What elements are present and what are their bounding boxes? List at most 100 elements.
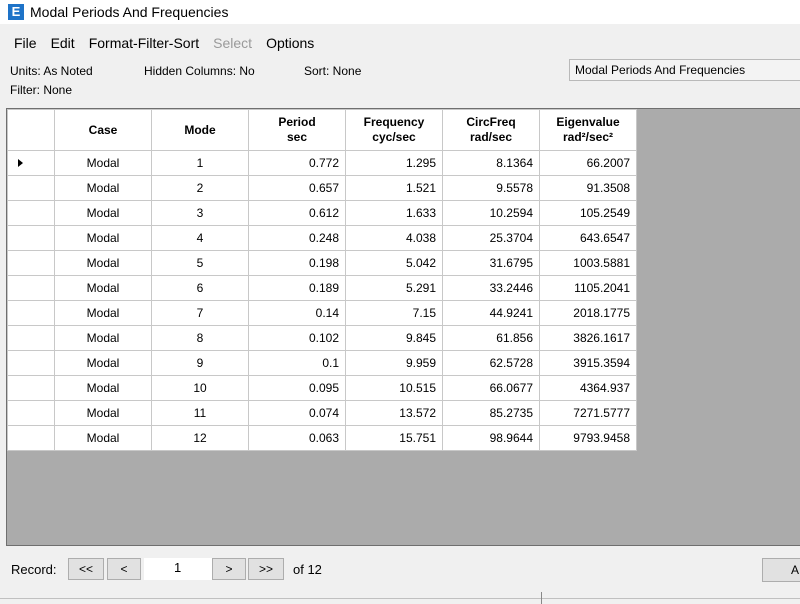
table-cell[interactable]: 0.14 (248, 300, 346, 326)
row-selector[interactable] (7, 225, 55, 251)
last-record-button[interactable]: >> (248, 558, 284, 580)
row-selector[interactable] (7, 150, 55, 176)
table-cell[interactable]: Modal (54, 200, 152, 226)
table-cell[interactable]: 0.095 (248, 375, 346, 401)
table-cell[interactable]: 6 (151, 275, 249, 301)
row-selector[interactable] (7, 400, 55, 426)
table-row[interactable]: Modal 7 0.14 7.15 44.9241 2018.1775 (7, 300, 637, 326)
table-cell[interactable]: 0.248 (248, 225, 346, 251)
table-cell[interactable]: Modal (54, 250, 152, 276)
menu-edit[interactable]: Edit (44, 35, 82, 51)
column-header-period[interactable]: Period sec (248, 109, 346, 151)
menu-format-filter-sort[interactable]: Format-Filter-Sort (82, 35, 206, 51)
column-header-circfreq[interactable]: CircFreq rad/sec (442, 109, 540, 151)
previous-record-button[interactable]: < (107, 558, 141, 580)
table-cell[interactable]: 25.3704 (442, 225, 540, 251)
table-cell[interactable]: 4 (151, 225, 249, 251)
table-cell[interactable]: 66.0677 (442, 375, 540, 401)
table-cell[interactable]: 4364.937 (539, 375, 637, 401)
table-select-dropdown[interactable]: Modal Periods And Frequencies (569, 59, 800, 81)
table-cell[interactable]: 3 (151, 200, 249, 226)
table-row[interactable]: Modal 10 0.095 10.515 66.0677 4364.937 (7, 375, 637, 401)
table-cell[interactable]: 9.5578 (442, 175, 540, 201)
table-cell[interactable]: Modal (54, 150, 152, 176)
menu-options[interactable]: Options (259, 35, 321, 51)
table-cell[interactable]: 0.063 (248, 425, 346, 451)
table-cell[interactable]: 4.038 (345, 225, 443, 251)
table-cell[interactable]: Modal (54, 350, 152, 376)
row-selector[interactable] (7, 250, 55, 276)
table-cell[interactable]: 12 (151, 425, 249, 451)
column-header-eigenvalue[interactable]: Eigenvalue rad²/sec² (539, 109, 637, 151)
table-cell[interactable]: 98.9644 (442, 425, 540, 451)
table-row[interactable]: Modal 3 0.612 1.633 10.2594 105.2549 (7, 200, 637, 226)
table-cell[interactable]: Modal (54, 275, 152, 301)
table-cell[interactable]: 0.074 (248, 400, 346, 426)
apply-button[interactable]: A (762, 558, 800, 582)
table-cell[interactable]: 62.5728 (442, 350, 540, 376)
table-cell[interactable]: 0.657 (248, 175, 346, 201)
table-cell[interactable]: 0.198 (248, 250, 346, 276)
table-row[interactable]: Modal 1 0.772 1.295 8.1364 66.2007 (7, 150, 637, 176)
table-row[interactable]: Modal 11 0.074 13.572 85.2735 7271.5777 (7, 400, 637, 426)
table-cell[interactable]: 1.295 (345, 150, 443, 176)
table-cell[interactable]: 13.572 (345, 400, 443, 426)
row-selector[interactable] (7, 175, 55, 201)
row-selector[interactable] (7, 350, 55, 376)
table-row[interactable]: Modal 12 0.063 15.751 98.9644 9793.9458 (7, 425, 637, 451)
table-cell[interactable]: 0.772 (248, 150, 346, 176)
first-record-button[interactable]: << (68, 558, 104, 580)
table-cell[interactable]: 2 (151, 175, 249, 201)
row-selector[interactable] (7, 425, 55, 451)
table-cell[interactable]: 7 (151, 300, 249, 326)
table-cell[interactable]: 9793.9458 (539, 425, 637, 451)
table-cell[interactable]: 7271.5777 (539, 400, 637, 426)
table-cell[interactable]: 10.2594 (442, 200, 540, 226)
row-selector[interactable] (7, 375, 55, 401)
table-cell[interactable]: 7.15 (345, 300, 443, 326)
table-cell[interactable]: 3826.1617 (539, 325, 637, 351)
table-cell[interactable]: 1105.2041 (539, 275, 637, 301)
table-row[interactable]: Modal 2 0.657 1.521 9.5578 91.3508 (7, 175, 637, 201)
table-cell[interactable]: 61.856 (442, 325, 540, 351)
table-cell[interactable]: 31.6795 (442, 250, 540, 276)
table-cell[interactable]: 0.1 (248, 350, 346, 376)
column-header-case[interactable]: Case (54, 109, 152, 151)
table-cell[interactable]: 5.042 (345, 250, 443, 276)
row-selector[interactable] (7, 200, 55, 226)
table-cell[interactable]: Modal (54, 425, 152, 451)
table-row[interactable]: Modal 4 0.248 4.038 25.3704 643.6547 (7, 225, 637, 251)
table-cell[interactable]: 8.1364 (442, 150, 540, 176)
table-cell[interactable]: 9 (151, 350, 249, 376)
row-selector[interactable] (7, 300, 55, 326)
table-cell[interactable]: 11 (151, 400, 249, 426)
table-row[interactable]: Modal 5 0.198 5.042 31.6795 1003.5881 (7, 250, 637, 276)
row-selector[interactable] (7, 325, 55, 351)
table-cell[interactable]: 105.2549 (539, 200, 637, 226)
table-cell[interactable]: 0.612 (248, 200, 346, 226)
table-row[interactable]: Modal 8 0.102 9.845 61.856 3826.1617 (7, 325, 637, 351)
table-cell[interactable]: 1.633 (345, 200, 443, 226)
table-cell[interactable]: 2018.1775 (539, 300, 637, 326)
table-cell[interactable]: 66.2007 (539, 150, 637, 176)
table-cell[interactable]: 1003.5881 (539, 250, 637, 276)
table-cell[interactable]: 9.845 (345, 325, 443, 351)
current-record-input[interactable]: 1 (144, 558, 214, 580)
table-row[interactable]: Modal 6 0.189 5.291 33.2446 1105.2041 (7, 275, 637, 301)
table-cell[interactable]: 5 (151, 250, 249, 276)
menu-file[interactable]: File (0, 35, 44, 51)
table-cell[interactable]: Modal (54, 375, 152, 401)
table-cell[interactable]: 8 (151, 325, 249, 351)
table-cell[interactable]: 9.959 (345, 350, 443, 376)
table-cell[interactable]: 0.189 (248, 275, 346, 301)
table-cell[interactable]: Modal (54, 225, 152, 251)
table-row[interactable]: Modal 9 0.1 9.959 62.5728 3915.3594 (7, 350, 637, 376)
table-cell[interactable]: 0.102 (248, 325, 346, 351)
column-header-mode[interactable]: Mode (151, 109, 249, 151)
table-cell[interactable]: Modal (54, 175, 152, 201)
table-cell[interactable]: 1.521 (345, 175, 443, 201)
table-cell[interactable]: 5.291 (345, 275, 443, 301)
table-cell[interactable]: 10.515 (345, 375, 443, 401)
row-selector[interactable] (7, 275, 55, 301)
next-record-button[interactable]: > (212, 558, 246, 580)
